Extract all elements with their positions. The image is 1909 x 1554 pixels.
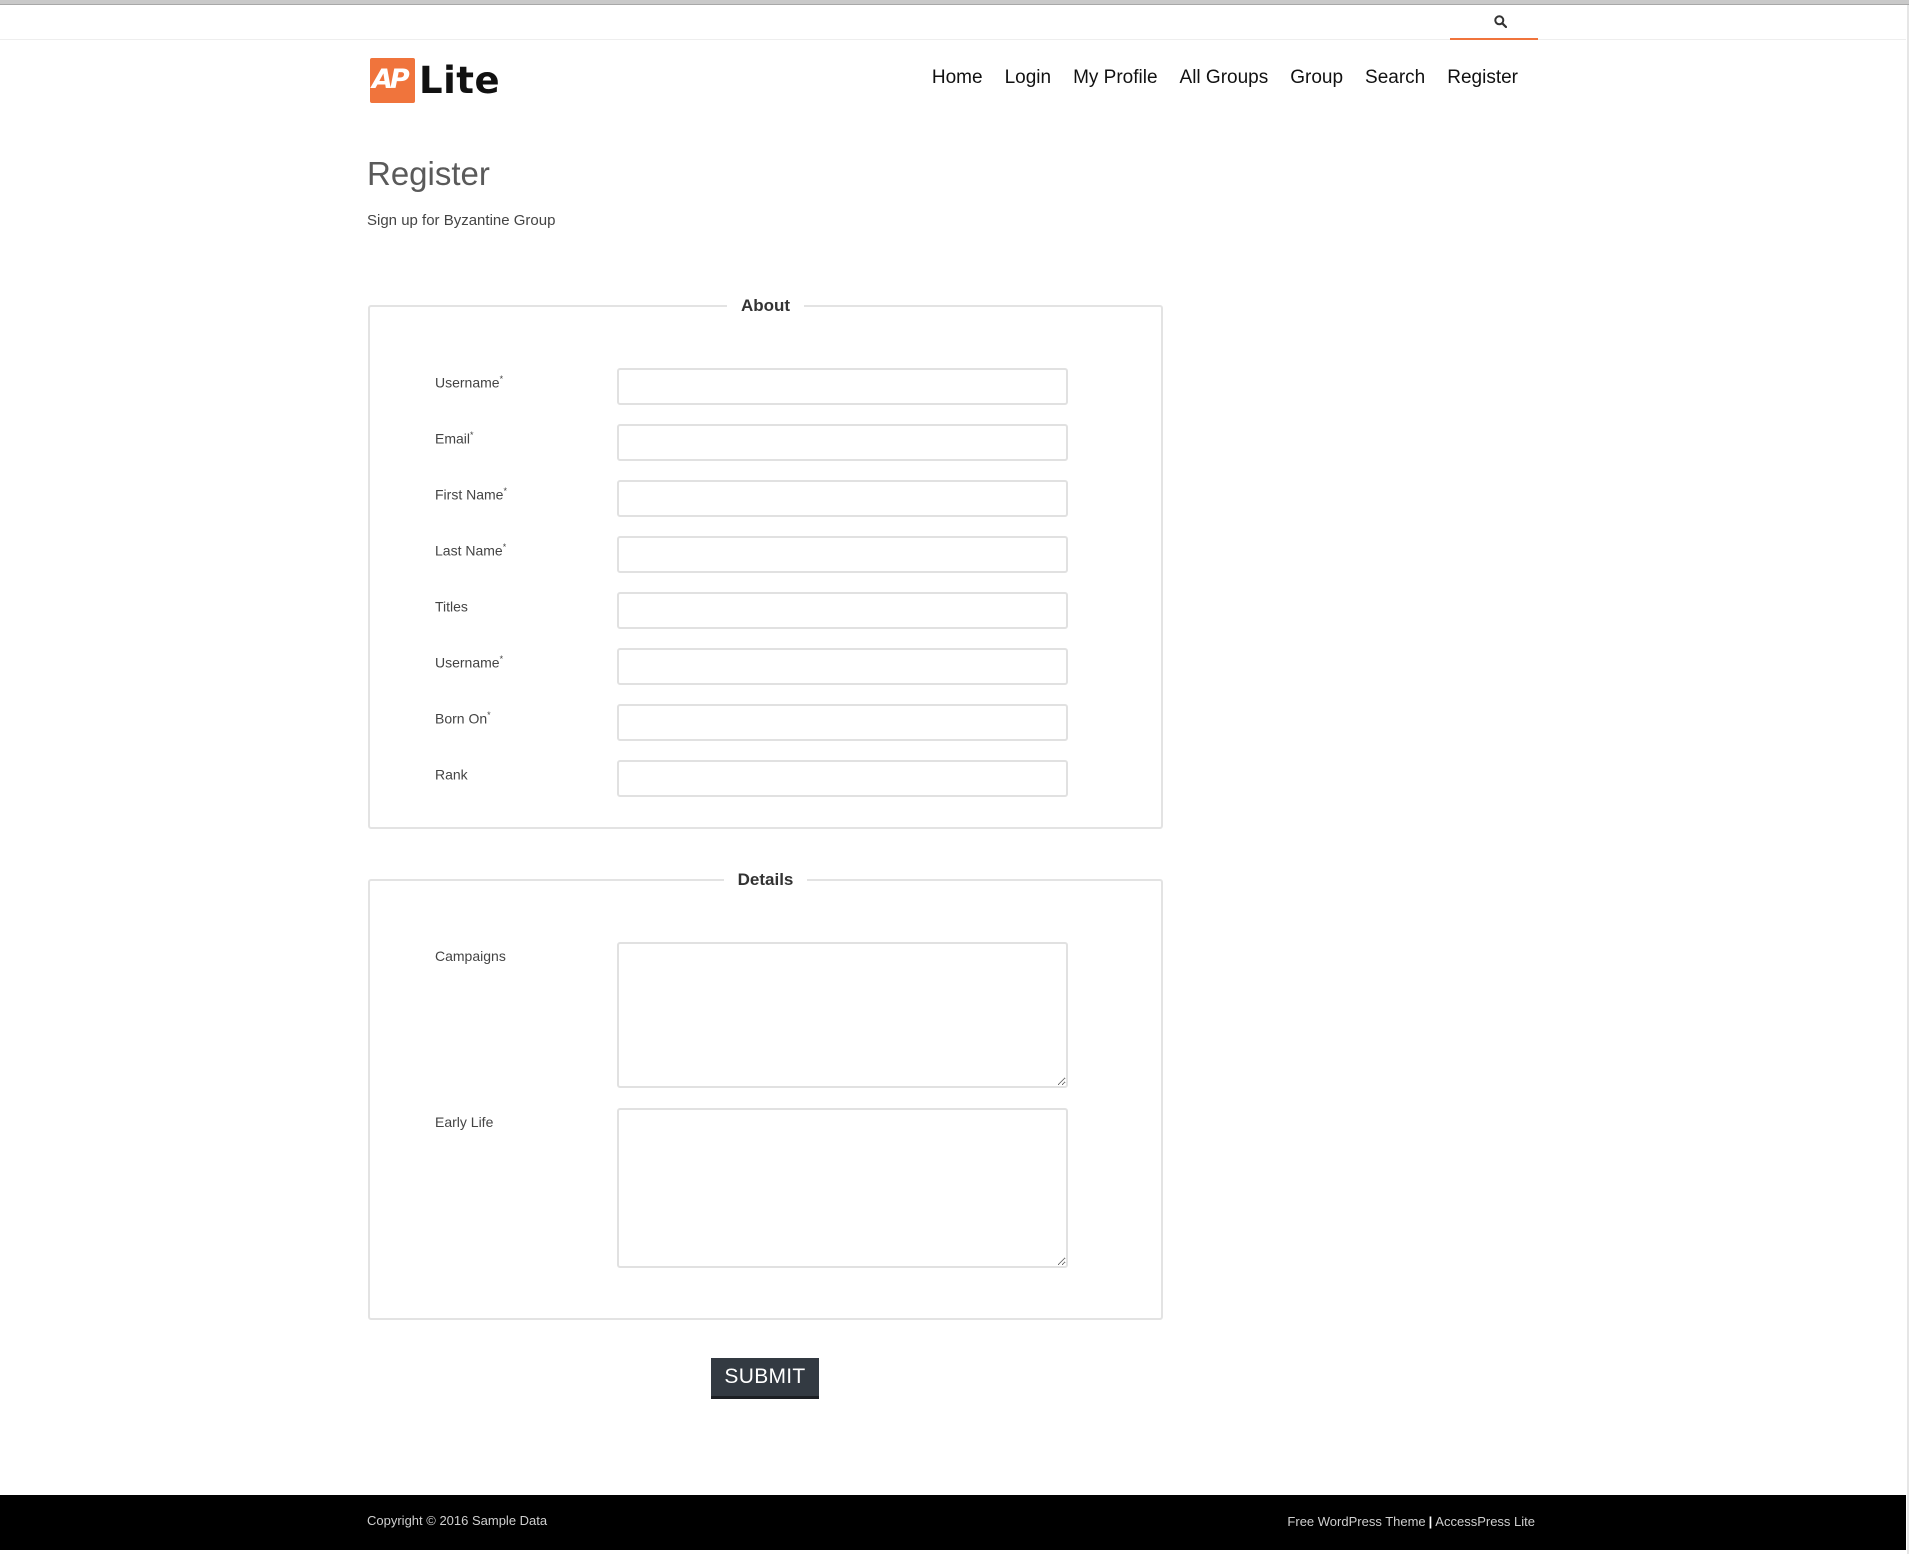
- search-icon: [1493, 15, 1507, 28]
- page-subtitle: Sign up for Byzantine Group: [367, 212, 556, 229]
- search-toggle-button[interactable]: [1450, 5, 1538, 40]
- titles-row: Titles: [435, 592, 1068, 629]
- titles-input[interactable]: [617, 592, 1068, 629]
- rank-row: Rank: [435, 760, 1068, 797]
- copyright-text: Copyright © 2016 Sample Data: [367, 1513, 548, 1528]
- nav-item-search[interactable]: Search: [1354, 62, 1436, 94]
- titles-label: Titles: [435, 598, 468, 615]
- required-marker: *: [503, 486, 507, 496]
- required-marker: *: [470, 430, 474, 440]
- required-marker: *: [499, 654, 504, 664]
- nav-item-home[interactable]: Home: [921, 62, 994, 94]
- footer-credits: Free WordPress Theme | AccessPress Lite: [1287, 1514, 1535, 1529]
- last-name-label: Last Name*: [435, 542, 507, 559]
- username-label: Username*: [435, 374, 504, 391]
- about-legend: About: [740, 296, 791, 315]
- required-marker: *: [499, 374, 504, 384]
- logo-mark: AP: [370, 58, 415, 103]
- born-on-label: Born On*: [435, 710, 491, 727]
- theme-link[interactable]: Free WordPress Theme: [1287, 1514, 1425, 1529]
- early-life-label: Early Life: [435, 1114, 494, 1130]
- brand-link[interactable]: AccessPress Lite: [1435, 1514, 1535, 1529]
- page-title: Register: [367, 155, 490, 192]
- username-input[interactable]: [617, 368, 1068, 405]
- rank-input[interactable]: [617, 760, 1068, 797]
- username-2-row: Username*: [435, 648, 1068, 685]
- credits-separator: |: [1428, 1514, 1433, 1529]
- campaigns-row: Campaigns: [435, 942, 1068, 1088]
- details-legend: Details: [737, 870, 794, 889]
- nav-item-group[interactable]: Group: [1279, 62, 1354, 94]
- early-life-row: Early Life: [435, 1108, 1068, 1268]
- logo-text: Lite: [419, 59, 501, 102]
- rank-label: Rank: [435, 766, 468, 783]
- main-nav: Home Login My Profile All Groups Group S…: [921, 62, 1529, 94]
- email-input[interactable]: [617, 424, 1068, 461]
- username-row: Username*: [435, 368, 1068, 405]
- site-logo[interactable]: AP Lite: [370, 58, 500, 103]
- top-bar: [0, 5, 1906, 40]
- campaigns-label: Campaigns: [435, 948, 506, 964]
- nav-item-login[interactable]: Login: [994, 62, 1063, 94]
- nav-item-my-profile[interactable]: My Profile: [1062, 62, 1168, 94]
- email-label: Email*: [435, 430, 474, 447]
- born-on-input[interactable]: [617, 704, 1068, 741]
- nav-item-register[interactable]: Register: [1436, 62, 1529, 94]
- username-2-label: Username*: [435, 654, 504, 671]
- details-fieldset: Details Campaigns Early Life: [368, 870, 1163, 1320]
- first-name-input[interactable]: [617, 480, 1068, 517]
- submit-button[interactable]: SUBMIT: [711, 1358, 819, 1399]
- early-life-textarea[interactable]: [617, 1108, 1068, 1268]
- required-marker: *: [487, 710, 491, 720]
- last-name-row: Last Name*: [435, 536, 1068, 573]
- site-footer: Copyright © 2016 Sample Data Free WordPr…: [0, 1495, 1906, 1550]
- first-name-row: First Name*: [435, 480, 1068, 517]
- campaigns-textarea[interactable]: [617, 942, 1068, 1088]
- first-name-label: First Name*: [435, 486, 507, 503]
- email-row: Email*: [435, 424, 1068, 461]
- username-2-input[interactable]: [617, 648, 1068, 685]
- nav-item-all-groups[interactable]: All Groups: [1169, 62, 1280, 94]
- last-name-input[interactable]: [617, 536, 1068, 573]
- site-header: AP Lite Home Login My Profile All Groups…: [0, 40, 1909, 150]
- born-on-row: Born On*: [435, 704, 1068, 741]
- about-fieldset: About Username* Email* First Name* Last …: [368, 296, 1163, 829]
- required-marker: *: [502, 542, 507, 552]
